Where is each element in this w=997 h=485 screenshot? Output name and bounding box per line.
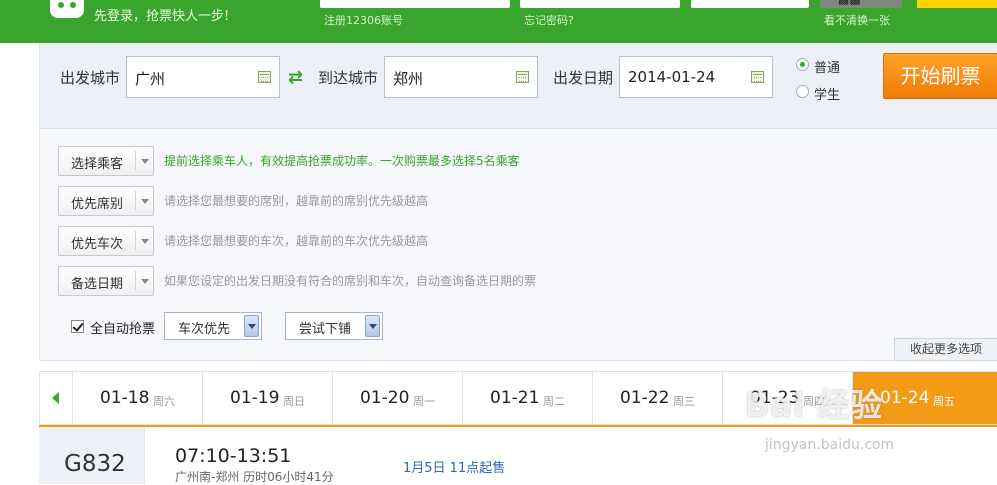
date-tab[interactable]: 01-18 周六 [73,372,203,424]
backup-date-hint: 如果您设定的出发日期没有符合的席别和车次，自动查询备选日期的票 [164,274,537,288]
auto-grab-checkbox[interactable] [71,320,84,333]
date-tab-weekday: 周一 [413,395,435,408]
date-tab[interactable]: 01-19 周日 [203,372,333,424]
date-tab-date: 01-19 [230,388,280,408]
ticket-type-normal-radio[interactable] [796,58,809,71]
to-city-label: 到达城市 [318,69,379,87]
train-times: 07:10-13:51 [175,445,292,467]
date-tab-date: 01-21 [490,388,540,408]
auto-grab-label[interactable]: 全自动抢票 [90,318,155,337]
train-priority-button[interactable]: 优先车次 [58,226,154,256]
departure-date-field[interactable]: 2014-01-24 [619,56,773,98]
priority-select-value: 车次优先 [178,322,231,337]
collapse-options-button[interactable]: 收起更多选项 [894,338,997,361]
backup-date-button[interactable]: 备选日期 [58,266,154,296]
search-bar: 出发城市 广州 ⇄ 到达城市 郑州 出发日期 2014-01-24 普通 学生 … [39,43,997,129]
date-tab-date: 01-22 [620,388,670,408]
from-city-label: 出发城市 [60,69,121,87]
chevron-down-icon [141,199,149,204]
captcha-image[interactable]: ▩▩ [820,0,902,8]
login-slogan: 先登录，抢票快人一步! [94,9,230,24]
date-tab[interactable]: 01-20 周一 [333,372,463,424]
refresh-captcha-link[interactable]: 看不清换一张 [824,12,890,28]
date-tab-date: 01-24 [880,388,930,408]
chevron-down-icon [141,159,149,164]
date-tab-weekday: 周日 [283,395,305,408]
chevron-down-icon[interactable] [365,315,380,337]
select-passenger-button[interactable]: 选择乘客 [58,146,154,176]
chevron-down-icon [141,239,149,244]
departure-date-value: 2014-01-24 [628,68,716,86]
date-tab-weekday: 周三 [673,395,695,408]
username-input[interactable] [320,0,510,8]
train-logo-icon [50,0,84,18]
select-passenger-label: 选择乘客 [71,157,124,172]
baidu-watermark: Bai 经验 [745,386,884,424]
train-priority-label: 优先车次 [71,237,124,252]
berth-select-value: 尝试下铺 [299,322,352,337]
date-tab[interactable]: 01-21 周二 [463,372,593,424]
top-header-bar: 先登录，抢票快人一步! 注册12306账号 忘记密码? ▩▩ 看不清换一张 [0,0,997,43]
date-tab-date: 01-18 [100,388,150,408]
backup-date-label: 备选日期 [71,277,124,292]
register-link[interactable]: 注册12306账号 [324,12,403,28]
date-tab-weekday: 周二 [543,395,565,408]
from-city-value: 广州 [135,70,166,88]
seat-priority-hint: 请选择您最想要的席别，越靠前的席别优先级越高 [164,194,429,208]
date-tab-weekday: 周五 [933,395,955,408]
priority-select[interactable]: 车次优先 [164,312,262,340]
chevron-down-icon[interactable] [244,315,259,337]
start-refresh-button[interactable]: 开始刷票 [883,53,997,99]
baidu-watermark-url: jingyan.baidu.com [765,437,895,453]
captcha-input[interactable] [691,0,809,8]
ticket-type-student-label[interactable]: 学生 [814,84,840,103]
forgot-password-link[interactable]: 忘记密码? [524,12,574,28]
password-input[interactable] [520,0,680,8]
train-row[interactable]: G832 07:10-13:51 广州南-郑州 历时06小时41分 1月5日 1… [39,425,997,484]
seat-priority-button[interactable]: 优先席别 [58,186,154,216]
passenger-hint: 提前选择乘车人，有效提高抢票成功率。一次购票最多选择5名乘客 [164,154,520,168]
date-tab-weekday: 周六 [153,395,175,408]
city-picker-icon[interactable] [516,71,529,83]
berth-select[interactable]: 尝试下铺 [285,312,383,340]
chevron-down-icon [141,279,149,284]
options-panel: 选择乘客 提前选择乘车人，有效提高抢票成功率。一次购票最多选择5名乘客 优先席别… [39,129,997,361]
from-city-field[interactable]: 广州 [126,56,280,98]
ticket-type-normal-label[interactable]: 普通 [814,57,840,76]
to-city-value: 郑州 [393,70,424,88]
sale-start-info: 1月5日 11点起售 [403,461,506,476]
ticket-type-student-radio[interactable] [796,85,809,98]
train-priority-hint: 请选择您最想要的车次，越靠前的车次优先级越高 [164,234,429,248]
city-picker-icon[interactable] [258,71,271,83]
calendar-icon[interactable] [751,71,764,83]
seat-priority-label: 优先席别 [71,197,124,212]
swap-cities-icon[interactable]: ⇄ [288,67,303,88]
date-tab[interactable]: 01-22 周三 [593,372,723,424]
train-route: 广州南-郑州 历时06小时41分 [175,470,334,484]
date-tab-date: 01-20 [360,388,410,408]
departure-date-label: 出发日期 [553,69,614,87]
train-number: G832 [64,451,126,477]
prev-dates-arrow-icon[interactable] [40,372,73,424]
to-city-field[interactable]: 郑州 [384,56,538,98]
login-button[interactable] [917,0,997,8]
